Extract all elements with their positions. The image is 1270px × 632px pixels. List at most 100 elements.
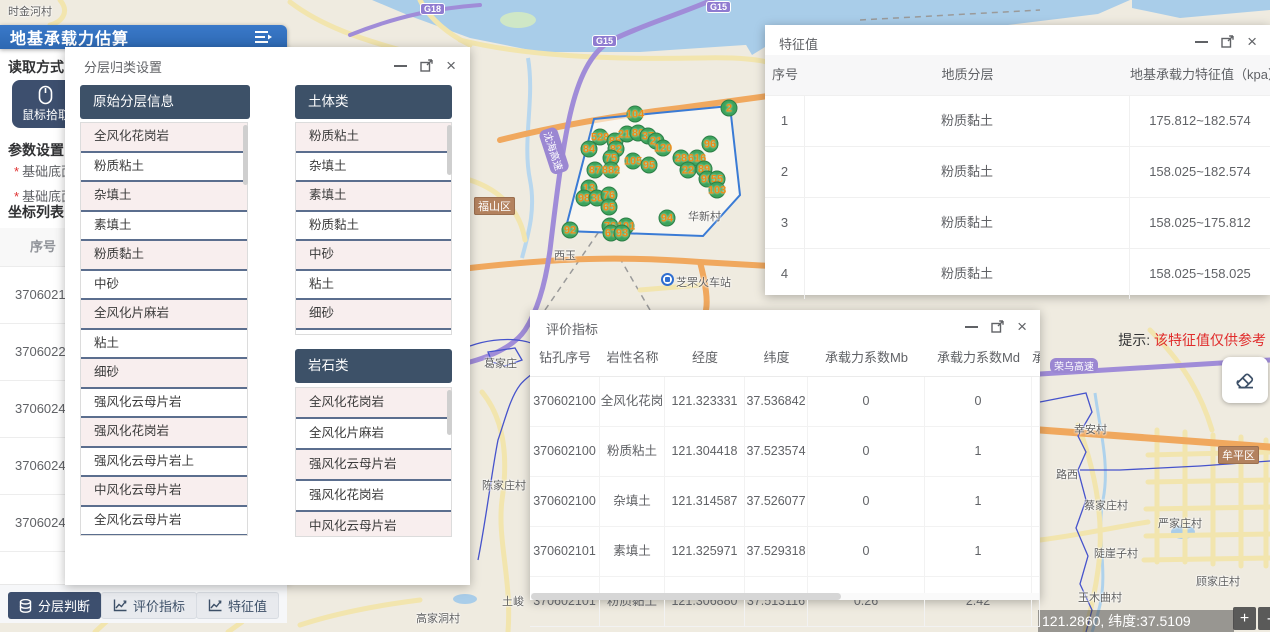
zoom-in-button[interactable]: +	[1233, 607, 1256, 630]
map-marker[interactable]: 65	[601, 199, 618, 216]
evaluation-button[interactable]: 评价指标	[101, 592, 197, 619]
mouse-pick-label: 鼠标拾取	[22, 106, 70, 123]
table-row[interactable]: 3 粉质黏土 158.025~175.812	[765, 197, 1270, 248]
rock-class-header: 岩石类	[295, 349, 452, 383]
read-mode-label: 读取方式:	[8, 57, 69, 77]
list-item[interactable]: 杂填土	[81, 182, 247, 212]
app-window: 时金河村港城西玉华新村芝罘火车站福山区牟平区路西蔡家庄村严家庄村陡崖子村顾家庄村…	[0, 0, 1270, 632]
map-marker[interactable]: 94	[659, 210, 676, 227]
scrollbar-thumb[interactable]	[531, 593, 841, 600]
map-marker[interactable]: 120	[655, 140, 672, 157]
panel-window-controls: ×	[965, 320, 1027, 333]
scrollbar-thumb[interactable]	[447, 390, 452, 435]
table-row[interactable]: 4 粉质黏土 158.025~158.025	[765, 248, 1270, 299]
hint-text: 提示: 该特征值仅供参考	[1118, 330, 1266, 350]
map-marker[interactable]: 105	[625, 153, 642, 170]
list-item[interactable]: 中风化云母片岩	[296, 512, 451, 537]
minimize-button[interactable]	[965, 326, 978, 328]
evaluation-panel: 评价指标 × 钻孔序号 岩性名称 经度 纬度 承载力系数Mb 承载力系数Md 承…	[530, 310, 1040, 600]
map-marker[interactable]: 22	[680, 162, 697, 179]
list-item[interactable]: 中砂	[81, 271, 247, 301]
map-marker[interactable]: 104	[627, 106, 644, 123]
app-header: 地基承载力估算	[0, 25, 287, 49]
list-item[interactable]: 粉质黏土	[296, 212, 451, 242]
scrollbar-thumb[interactable]	[447, 125, 452, 175]
map-marker[interactable]: 92	[562, 222, 579, 239]
list-item[interactable]: 全风化片麻岩	[296, 419, 451, 450]
table-header-row: 钻孔序号 岩性名称 经度 纬度 承载力系数Mb 承载力系数Md 承	[530, 340, 1040, 377]
table-row[interactable]: 370602100 全风化花岗 121.323331 37.536842 0 0	[530, 377, 1040, 427]
close-icon[interactable]: ×	[446, 59, 456, 72]
soil-class-header: 土体类	[295, 85, 452, 119]
list-item[interactable]: 全风化花岗岩	[81, 123, 247, 153]
list-item[interactable]: 粉质粘土	[81, 153, 247, 183]
layer-judge-button[interactable]: 分层判断	[8, 592, 101, 619]
dialog-window-controls: ×	[394, 59, 456, 72]
list-item[interactable]: 细砂	[296, 300, 451, 330]
horizontal-scrollbar[interactable]	[531, 593, 1039, 600]
original-layers-header: 原始分层信息	[80, 85, 250, 119]
list-item[interactable]: 强风化云母片岩	[296, 450, 451, 481]
table-row[interactable]: 370602100 杂填土 121.314587 37.526077 0 1	[530, 477, 1040, 527]
table-row[interactable]: 1 粉质黏土 175.812~182.574	[765, 95, 1270, 146]
map-marker[interactable]: 95	[641, 157, 658, 174]
eigenvalue-panel: 特征值 × 序号 地质分层 地基承载力特征值（kpa） 1 粉质黏土 175.8…	[765, 25, 1270, 295]
map-marker[interactable]: 84	[581, 141, 598, 158]
table-row[interactable]: 370602100 粉质粘土 121.304418 37.523574 0 1	[530, 427, 1040, 477]
layer-judge-label: 分层判断	[38, 596, 90, 615]
maximize-button[interactable]	[991, 320, 1004, 333]
database-icon	[19, 599, 32, 613]
eigenvalue-table: 序号 地质分层 地基承载力特征值（kpa） 1 粉质黏土 175.812~182…	[765, 55, 1270, 299]
chart-icon	[208, 599, 222, 612]
classify-dialog: 分层归类设置 × 原始分层信息 全风化花岗岩 粉质粘土 杂填土 素填土 粉质黏土…	[65, 47, 470, 585]
soil-class-list: 粉质粘土 杂填土 素填土 粉质黏土 中砂 粘土 细砂 强风化云母片岩上	[295, 122, 452, 335]
list-item[interactable]: 素填土	[81, 212, 247, 242]
map-marker[interactable]: 103	[709, 182, 726, 199]
eigenvalue-button[interactable]: 特征值	[196, 592, 279, 619]
close-icon[interactable]: ×	[1017, 320, 1027, 333]
panel-title: 特征值	[779, 34, 818, 53]
map-marker[interactable]: 96	[702, 136, 719, 153]
scrollbar-thumb[interactable]	[243, 125, 248, 185]
list-item[interactable]: 素填土	[296, 182, 451, 212]
list-item[interactable]: 强风化花岗岩	[81, 418, 247, 448]
list-item[interactable]: 全风化花岗岩	[296, 388, 451, 419]
map-marker[interactable]: 882	[603, 162, 620, 179]
list-item[interactable]: 粘土	[81, 330, 247, 360]
dialog-title: 分层归类设置	[84, 57, 162, 76]
table-header-row: 序号 地质分层 地基承载力特征值（kpa）	[765, 55, 1270, 95]
eraser-button[interactable]	[1222, 357, 1268, 403]
map-marker[interactable]: 2	[721, 100, 738, 117]
list-item[interactable]: 强风化云母片岩上	[81, 448, 247, 478]
list-item[interactable]: 中砂	[296, 241, 451, 271]
param-settings-label: 参数设置:	[8, 140, 69, 160]
original-layers-list: 全风化花岗岩 粉质粘土 杂填土 素填土 粉质黏土 中砂 全风化片麻岩 粘土 细砂…	[80, 122, 248, 536]
required-star: *	[14, 164, 19, 179]
minimize-button[interactable]	[394, 65, 407, 67]
table-row[interactable]: 370602101 粉质黏土 121.306880 37.513116 0.26…	[530, 577, 1040, 627]
map-coordinates-status: 121.2860, 纬度:37.5109	[1038, 610, 1234, 632]
list-item[interactable]: 中风化云母片岩	[81, 477, 247, 507]
zoom-out-button[interactable]: -	[1258, 607, 1270, 630]
list-item[interactable]: 全风化云母片岩	[81, 507, 247, 537]
minimize-button[interactable]	[1195, 41, 1208, 43]
list-item[interactable]: 强风化花岗岩	[296, 481, 451, 512]
list-item[interactable]: 强风化云母片岩	[81, 389, 247, 419]
close-icon[interactable]: ×	[1247, 35, 1257, 48]
list-item[interactable]: 杂填土	[296, 153, 451, 183]
map-marker[interactable]: 93	[614, 225, 631, 242]
list-item[interactable]: 粘土	[296, 271, 451, 301]
eigenvalue-label: 特征值	[228, 596, 267, 615]
train-station-icon	[661, 273, 674, 286]
panel-window-controls: ×	[1195, 35, 1257, 48]
list-item[interactable]: 粉质黏土	[81, 241, 247, 271]
maximize-button[interactable]	[1221, 35, 1234, 48]
footer-toolbar: 分层判断 评价指标 特征值	[0, 584, 287, 623]
list-item[interactable]: 全风化片麻岩	[81, 300, 247, 330]
list-item[interactable]: 粉质粘土	[296, 123, 451, 153]
list-item[interactable]: 强风化云母片岩上	[296, 330, 451, 336]
list-item[interactable]: 细砂	[81, 359, 247, 389]
table-row[interactable]: 370602101 素填土 121.325971 37.529318 0 1	[530, 527, 1040, 577]
maximize-button[interactable]	[420, 59, 433, 72]
table-row[interactable]: 2 粉质黏土 158.025~182.574	[765, 146, 1270, 197]
